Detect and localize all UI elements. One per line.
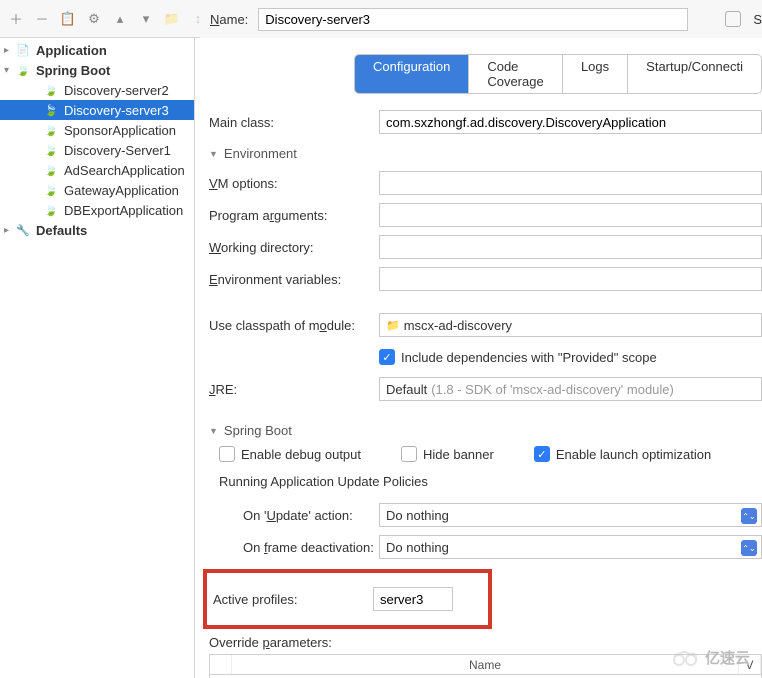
tree-item-discovery-server3[interactable]: 🍃Discovery-server3: [0, 100, 194, 120]
program-args-input[interactable]: [379, 203, 762, 227]
tree-item-dbexportapplication[interactable]: 🍃DBExportApplication: [0, 200, 194, 220]
on-deactivation-select[interactable]: Do nothing⌃⌄: [379, 535, 762, 559]
name-bar: Name: S: [200, 0, 762, 38]
vm-options-label: VM options:: [209, 176, 379, 191]
watermark: 亿速云: [671, 647, 750, 668]
update-policies-label: Running Application Update Policies: [219, 474, 762, 489]
springboot-section[interactable]: ▼ Spring Boot: [209, 423, 762, 438]
env-vars-label: Environment variables:: [209, 272, 379, 287]
jre-label: JRE:: [209, 382, 379, 397]
down-icon[interactable]: ▾: [136, 9, 156, 29]
tree-item-application[interactable]: ▸📄Application: [0, 40, 194, 60]
run-config-tree[interactable]: ▸📄Application▾🍃Spring Boot🍃Discovery-ser…: [0, 38, 195, 678]
tree-item-gatewayapplication[interactable]: 🍃GatewayApplication: [0, 180, 194, 200]
enable-launch-checkbox[interactable]: [534, 446, 550, 462]
folder-icon[interactable]: 📁: [162, 9, 182, 29]
program-args-label: Program arguments:: [209, 208, 379, 223]
on-deactivation-label: On frame deactivation:: [243, 540, 379, 555]
environment-section[interactable]: ▼ Environment: [209, 146, 762, 161]
enable-debug-label: Enable debug output: [241, 447, 361, 462]
classpath-select[interactable]: mscx-ad-discovery: [379, 313, 762, 337]
active-profiles-input[interactable]: [373, 587, 453, 611]
collapse-icon: ▼: [209, 149, 218, 159]
tabs: ConfigurationCode CoverageLogsStartup/Co…: [354, 54, 762, 94]
table-col-checkbox: [210, 655, 232, 674]
tree-item-sponsorapplication[interactable]: 🍃SponsorApplication: [0, 120, 194, 140]
tree-item-discovery-server1[interactable]: 🍃Discovery-Server1: [0, 140, 194, 160]
share-label: S: [753, 12, 762, 27]
on-update-select[interactable]: Do nothing⌃⌄: [379, 503, 762, 527]
main-class-input[interactable]: [379, 110, 762, 134]
name-input[interactable]: [258, 8, 688, 31]
tree-item-discovery-server2[interactable]: 🍃Discovery-server2: [0, 80, 194, 100]
vm-options-input[interactable]: [379, 171, 762, 195]
env-vars-input[interactable]: [379, 267, 762, 291]
hide-banner-checkbox[interactable]: [401, 446, 417, 462]
on-update-label: On 'Update' action:: [243, 508, 379, 523]
tab-startup-connecti[interactable]: Startup/Connecti: [628, 55, 761, 93]
copy-icon[interactable]: 📋: [58, 9, 78, 29]
active-profiles-highlight: Active profiles:: [203, 569, 492, 629]
include-deps-checkbox[interactable]: [379, 349, 395, 365]
hide-banner-label: Hide banner: [423, 447, 494, 462]
include-deps-label: Include dependencies with "Provided" sco…: [401, 350, 657, 365]
jre-select[interactable]: Default(1.8 - SDK of 'mscx-ad-discovery'…: [379, 377, 762, 401]
active-profiles-label: Active profiles:: [207, 592, 373, 607]
enable-launch-label: Enable launch optimization: [556, 447, 711, 462]
add-icon[interactable]: ＋: [6, 9, 26, 29]
settings-icon[interactable]: ⚙: [84, 9, 104, 29]
remove-icon[interactable]: －: [32, 9, 52, 29]
working-dir-input[interactable]: [379, 235, 762, 259]
tab-configuration[interactable]: Configuration: [355, 55, 469, 93]
tree-item-spring-boot[interactable]: ▾🍃Spring Boot: [0, 60, 194, 80]
working-dir-label: Working directory:: [209, 240, 379, 255]
up-icon[interactable]: ▴: [110, 9, 130, 29]
share-checkbox[interactable]: [725, 11, 741, 27]
tree-item-adsearchapplication[interactable]: 🍃AdSearchApplication: [0, 160, 194, 180]
classpath-label: Use classpath of module:: [209, 318, 379, 333]
table-col-name: Name: [232, 655, 739, 674]
tab-logs[interactable]: Logs: [563, 55, 628, 93]
collapse-icon: ▼: [209, 426, 218, 436]
main-class-label: Main class:: [209, 115, 379, 130]
tab-code-coverage[interactable]: Code Coverage: [469, 55, 563, 93]
tree-item-defaults[interactable]: ▸🔧Defaults: [0, 220, 194, 240]
enable-debug-checkbox[interactable]: [219, 446, 235, 462]
name-label: Name:: [210, 12, 248, 27]
